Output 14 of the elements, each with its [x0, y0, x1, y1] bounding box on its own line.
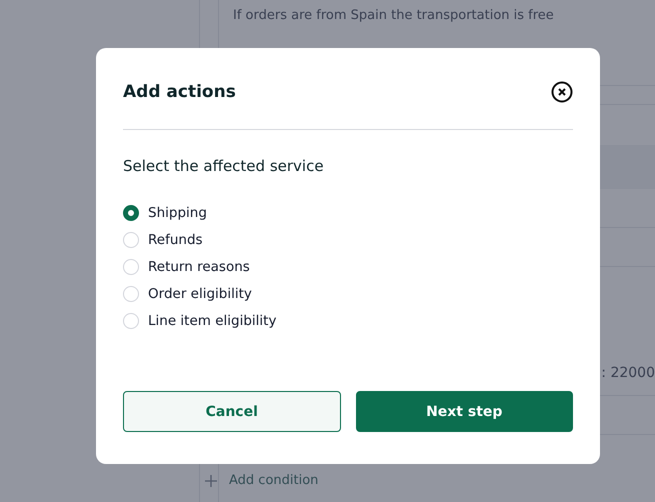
- next-step-button[interactable]: Next step: [356, 391, 573, 432]
- cancel-button[interactable]: Cancel: [123, 391, 340, 432]
- plus-icon: [205, 474, 217, 486]
- radio-button[interactable]: [123, 204, 139, 220]
- option-label[interactable]: Refunds: [148, 232, 203, 248]
- dialog-title: Add actions: [123, 82, 236, 102]
- close-icon[interactable]: [551, 81, 573, 103]
- option-label[interactable]: Order eligibility: [148, 286, 252, 302]
- option-label[interactable]: Shipping: [148, 204, 207, 220]
- section-heading: Select the affected service: [123, 157, 325, 175]
- rule-text: If orders are from Spain the transportation is free: [232, 7, 555, 23]
- value-text: : 22000: [601, 365, 655, 381]
- option-label[interactable]: Line item eligibility: [148, 312, 276, 328]
- option-label[interactable]: Return reasons: [148, 258, 250, 274]
